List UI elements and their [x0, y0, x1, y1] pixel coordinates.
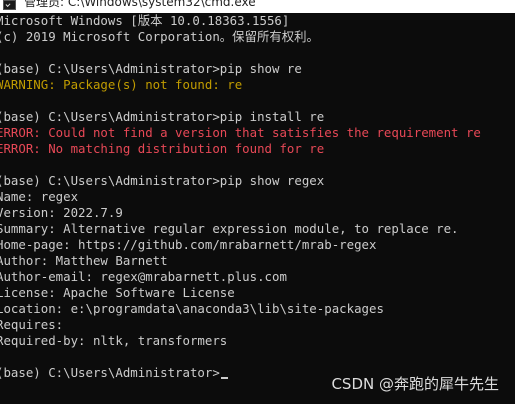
window-title: 管理员: C:\Windows\system32\cmd.exe — [24, 0, 256, 9]
console-lines: Microsoft Windows [版本 10.0.18363.1556] (c… — [0, 13, 515, 365]
console-line: Location: e:\programdata\anaconda3\lib\s… — [0, 301, 384, 316]
cmd-icon[interactable] — [3, 0, 16, 10]
console-line: Required-by: nltk, transformers — [0, 333, 228, 348]
console-line: (base) C:\Users\Administrator>pip show r… — [0, 61, 302, 76]
console-line: Requires: — [0, 317, 64, 332]
console-line: Author: Matthew Barnett — [0, 253, 168, 268]
console-line: WARNING: Package(s) not found: re — [0, 77, 243, 92]
text-cursor — [220, 377, 228, 379]
console-line: ERROR: No matching distribution found fo… — [0, 141, 325, 156]
title-bar[interactable]: 管理员: C:\Windows\system32\cmd.exe — [0, 0, 515, 13]
console-line: (base) C:\Users\Administrator>pip show r… — [0, 173, 325, 188]
console-line: Name: regex — [0, 189, 79, 204]
console-line: Summary: Alternative regular expression … — [0, 221, 459, 236]
console-line: (base) C:\Users\Administrator>pip instal… — [0, 109, 325, 124]
watermark: CSDN @奔跑的犀牛先生 — [331, 375, 499, 393]
console-line: Microsoft Windows [版本 10.0.18363.1556] — [0, 13, 290, 28]
console-line: ERROR: Could not find a version that sat… — [0, 125, 481, 140]
console-line: Author-email: regex@mrabarnett.plus.com — [0, 269, 287, 284]
console-line: Home-page: https://github.com/mrabarnett… — [0, 237, 377, 252]
console-line: (c) 2019 Microsoft Corporation。保留所有权利。 — [0, 29, 319, 44]
console-line: License: Apache Software License — [0, 285, 235, 300]
console-output[interactable]: Microsoft Windows [版本 10.0.18363.1556] (c… — [0, 13, 515, 404]
console-prompt: (base) C:\Users\Administrator> — [0, 365, 220, 380]
cmd-window: 管理员: C:\Windows\system32\cmd.exe Microso… — [0, 0, 515, 404]
console-line: Version: 2022.7.9 — [0, 205, 123, 220]
